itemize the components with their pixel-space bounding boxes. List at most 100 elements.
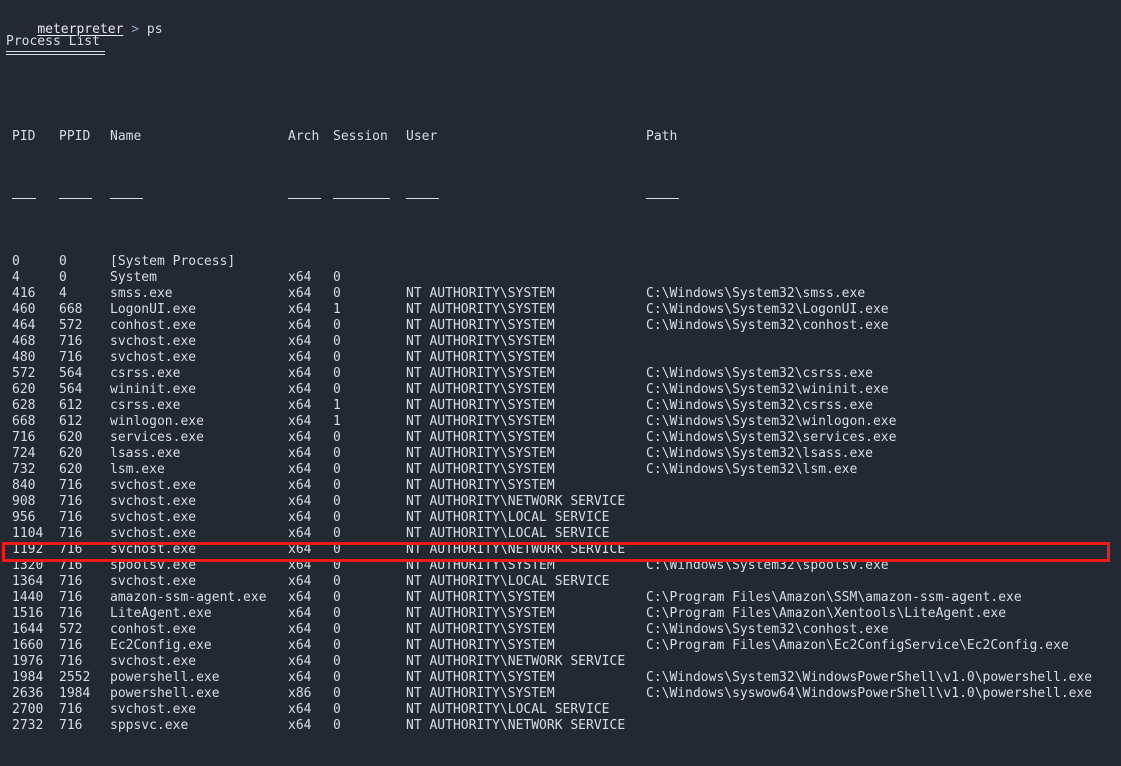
cell-pid: 1660 xyxy=(12,638,43,654)
cell-session: 0 xyxy=(333,366,341,382)
cell-name: amazon-ssm-agent.exe xyxy=(110,590,267,606)
cell-name: svchost.exe xyxy=(110,478,196,494)
header-rule-arch xyxy=(288,198,321,199)
cell-ppid: 716 xyxy=(59,494,82,510)
table-row: 620564wininit.exex640NT AUTHORITY\SYSTEM… xyxy=(0,382,1121,398)
cell-pid: 4 xyxy=(12,270,20,286)
cell-arch: x64 xyxy=(288,558,311,574)
cell-session: 0 xyxy=(333,574,341,590)
cell-session: 0 xyxy=(333,350,341,366)
cell-pid: 1984 xyxy=(12,670,43,686)
cell-path: C:\Windows\System32\winlogon.exe xyxy=(646,414,896,430)
cell-session: 0 xyxy=(333,654,341,670)
cell-path: C:\Windows\System32\csrss.exe xyxy=(646,366,873,382)
column-header-pid: PID xyxy=(12,129,35,145)
cell-pid: 460 xyxy=(12,302,35,318)
cell-session: 0 xyxy=(333,702,341,718)
cell-user: NT AUTHORITY\SYSTEM xyxy=(406,414,555,430)
cell-ppid: 716 xyxy=(59,350,82,366)
cell-arch: x64 xyxy=(288,718,311,734)
table-row: 1192716svchost.exex640NT AUTHORITY\NETWO… xyxy=(0,542,1121,558)
table-row: 464572conhost.exex640NT AUTHORITY\SYSTEM… xyxy=(0,318,1121,334)
cell-session: 1 xyxy=(333,302,341,318)
cell-ppid: 2552 xyxy=(59,670,90,686)
cell-arch: x64 xyxy=(288,574,311,590)
cell-user: NT AUTHORITY\NETWORK SERVICE xyxy=(406,654,625,670)
cell-arch: x64 xyxy=(288,622,311,638)
cell-name: powershell.exe xyxy=(110,670,220,686)
section-title-label: Process List xyxy=(6,33,105,50)
cell-user: NT AUTHORITY\SYSTEM xyxy=(406,558,555,574)
cell-ppid: 716 xyxy=(59,574,82,590)
cell-ppid: 620 xyxy=(59,430,82,446)
cell-pid: 1320 xyxy=(12,558,43,574)
cell-ppid: 564 xyxy=(59,382,82,398)
cell-user: NT AUTHORITY\SYSTEM xyxy=(406,606,555,622)
cell-arch: x64 xyxy=(288,270,311,286)
cell-session: 0 xyxy=(333,270,341,286)
cell-name: System xyxy=(110,270,157,286)
cell-session: 0 xyxy=(333,446,341,462)
cell-ppid: 4 xyxy=(59,286,67,302)
cell-ppid: 716 xyxy=(59,334,82,350)
cell-session: 0 xyxy=(333,382,341,398)
table-row: 724620lsass.exex640NT AUTHORITY\SYSTEMC:… xyxy=(0,446,1121,462)
cell-name: LiteAgent.exe xyxy=(110,606,212,622)
cell-ppid: 0 xyxy=(59,254,67,270)
cell-name: Ec2Config.exe xyxy=(110,638,212,654)
cell-arch: x64 xyxy=(288,398,311,414)
cell-arch: x64 xyxy=(288,702,311,718)
cell-arch: x64 xyxy=(288,350,311,366)
cell-name: svchost.exe xyxy=(110,526,196,542)
cell-pid: 1364 xyxy=(12,574,43,590)
cell-user: NT AUTHORITY\SYSTEM xyxy=(406,398,555,414)
cell-path: C:\Windows\System32\conhost.exe xyxy=(646,318,889,334)
cell-user: NT AUTHORITY\LOCAL SERVICE xyxy=(406,702,610,718)
table-header-rule-row xyxy=(0,193,1121,206)
cell-pid: 1192 xyxy=(12,542,43,558)
table-row: 19842552powershell.exex640NT AUTHORITY\S… xyxy=(0,670,1121,686)
cell-pid: 732 xyxy=(12,462,35,478)
cell-name: svchost.exe xyxy=(110,654,196,670)
cell-session: 0 xyxy=(333,606,341,622)
cell-pid: 464 xyxy=(12,318,35,334)
cell-name: conhost.exe xyxy=(110,318,196,334)
cell-name: smss.exe xyxy=(110,286,173,302)
cell-ppid: 564 xyxy=(59,366,82,382)
cell-arch: x64 xyxy=(288,334,311,350)
cell-session: 0 xyxy=(333,558,341,574)
cell-name: svchost.exe xyxy=(110,574,196,590)
header-rule-ppid xyxy=(59,198,92,199)
cell-arch: x64 xyxy=(288,430,311,446)
cell-arch: x64 xyxy=(288,510,311,526)
terminal-window: meterpreter > ps Process List PID PPID N… xyxy=(0,0,1121,602)
cell-name: sppsvc.exe xyxy=(110,718,188,734)
table-row: 956716svchost.exex640NT AUTHORITY\LOCAL … xyxy=(0,510,1121,526)
cell-user: NT AUTHORITY\SYSTEM xyxy=(406,670,555,686)
cell-path: C:\Windows\System32\services.exe xyxy=(646,430,896,446)
cell-ppid: 716 xyxy=(59,542,82,558)
cell-path: C:\Windows\System32\spoolsv.exe xyxy=(646,558,889,574)
cell-ppid: 716 xyxy=(59,478,82,494)
cell-user: NT AUTHORITY\SYSTEM xyxy=(406,430,555,446)
cell-user: NT AUTHORITY\LOCAL SERVICE xyxy=(406,526,610,542)
cell-session: 0 xyxy=(333,478,341,494)
cell-path: C:\Windows\System32\wininit.exe xyxy=(646,382,889,398)
table-row: 668612winlogon.exex641NT AUTHORITY\SYSTE… xyxy=(0,414,1121,430)
cell-name: conhost.exe xyxy=(110,622,196,638)
cell-name: winlogon.exe xyxy=(110,414,204,430)
cell-user: NT AUTHORITY\SYSTEM xyxy=(406,382,555,398)
cell-pid: 956 xyxy=(12,510,35,526)
table-row: 460668LogonUI.exex641NT AUTHORITY\SYSTEM… xyxy=(0,302,1121,318)
section-title-underline xyxy=(6,51,105,52)
cell-arch: x64 xyxy=(288,542,311,558)
header-rule-user xyxy=(406,198,439,199)
cell-ppid: 716 xyxy=(59,590,82,606)
process-rows: 00[System Process]40Systemx6404164smss.e… xyxy=(0,254,1121,734)
cell-session: 0 xyxy=(333,430,341,446)
cell-user: NT AUTHORITY\NETWORK SERVICE xyxy=(406,718,625,734)
cell-arch: x64 xyxy=(288,286,311,302)
cell-pid: 1440 xyxy=(12,590,43,606)
cell-name: lsm.exe xyxy=(110,462,165,478)
cell-name: svchost.exe xyxy=(110,494,196,510)
